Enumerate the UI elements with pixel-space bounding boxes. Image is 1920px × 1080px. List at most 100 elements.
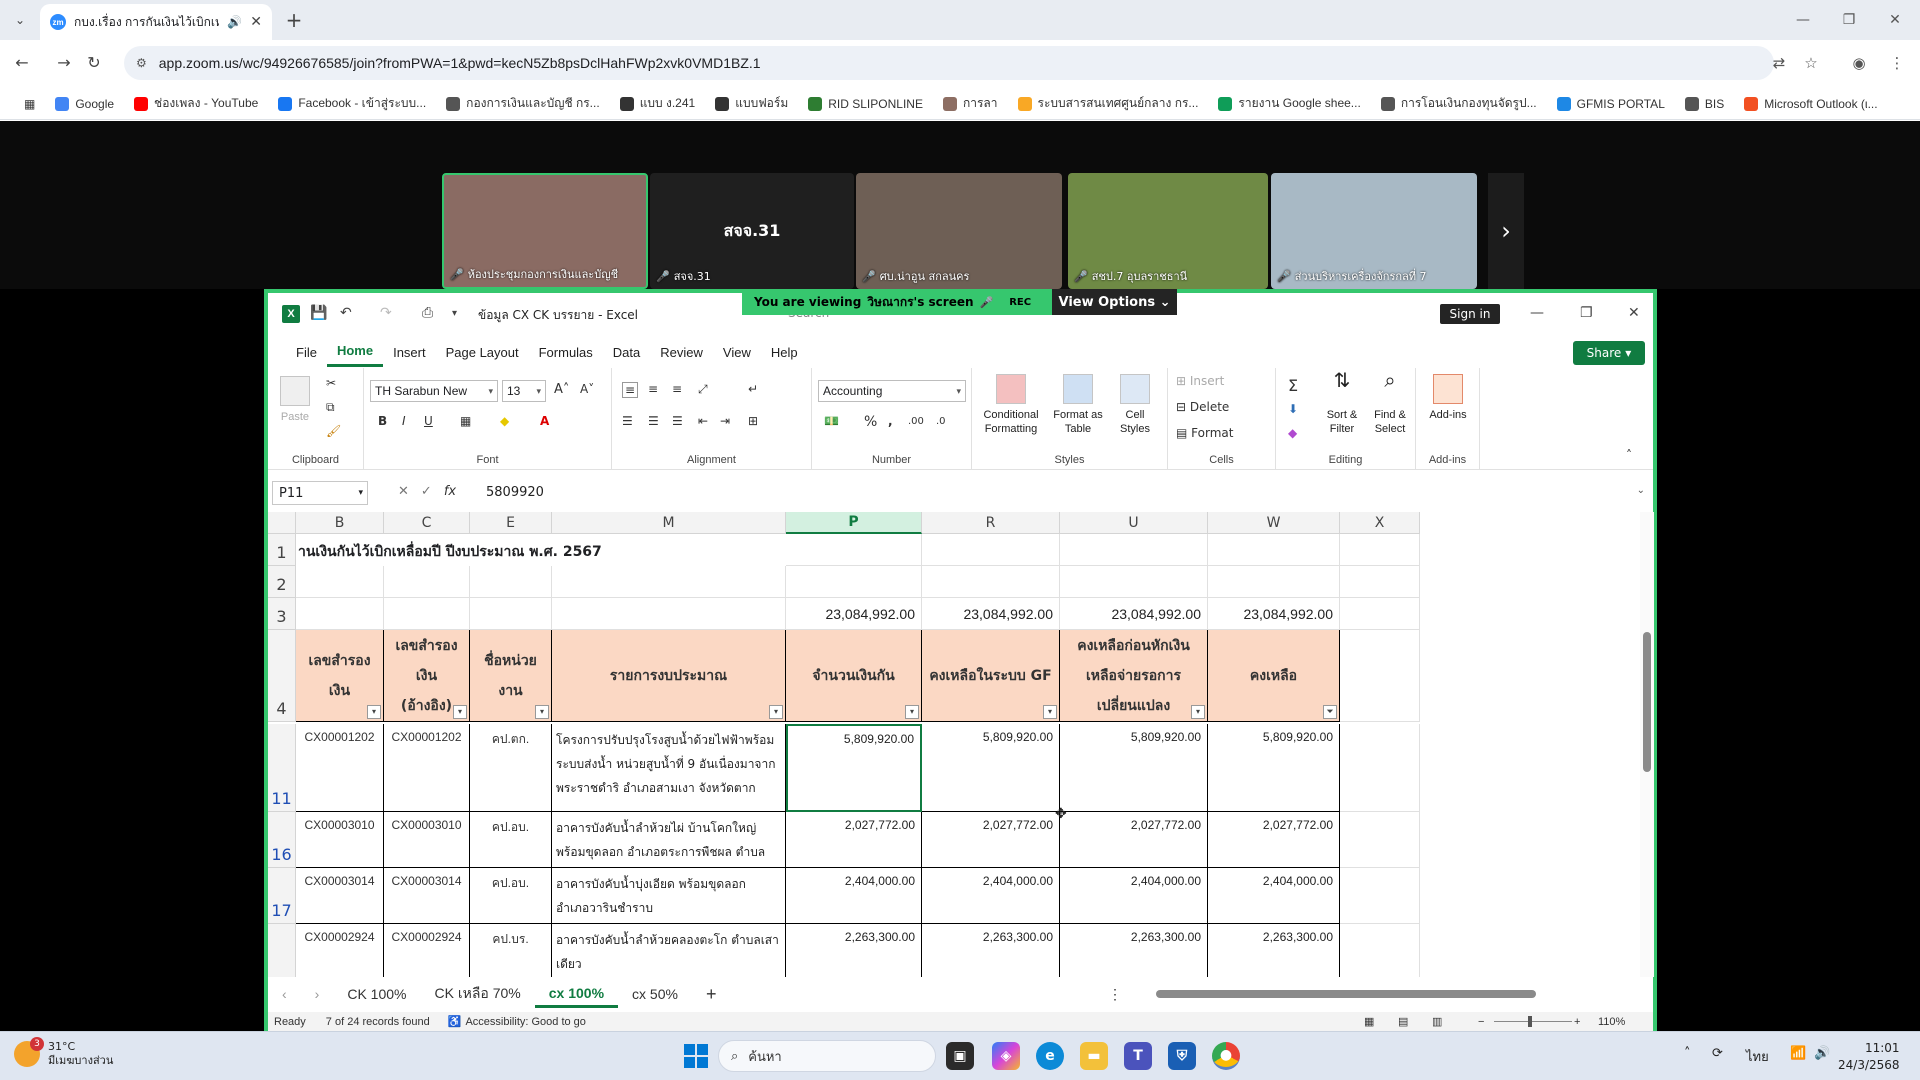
- cell[interactable]: [1060, 566, 1208, 598]
- fill-color-icon[interactable]: ◆: [500, 414, 509, 428]
- menu-review[interactable]: Review: [650, 337, 713, 367]
- filter-dropdown-icon[interactable]: ▾: [769, 705, 783, 719]
- participant-tile[interactable]: 🎤 ศบ.น่าอูน สกลนคร: [856, 173, 1062, 289]
- column-header-u[interactable]: U: [1060, 512, 1208, 534]
- tab-search-dropdown-icon[interactable]: ⌄: [8, 8, 32, 32]
- cell[interactable]: [1340, 598, 1420, 630]
- table-header-cell[interactable]: คงเหลือ ⏷: [1208, 630, 1340, 722]
- align-left-icon[interactable]: ☰: [622, 414, 633, 428]
- excel-restore-button[interactable]: ❐: [1580, 305, 1593, 321]
- participant-tile[interactable]: 🎤 สชป.7 อุบลราชธานี: [1068, 173, 1268, 289]
- column-header-r[interactable]: R: [922, 512, 1060, 534]
- row-header[interactable]: 2: [268, 566, 296, 598]
- table-cell[interactable]: CX00002924: [384, 924, 470, 977]
- normal-view-icon[interactable]: ▦: [1364, 1015, 1374, 1028]
- cell[interactable]: [1340, 924, 1420, 977]
- volume-icon[interactable]: 🔊: [1814, 1046, 1830, 1061]
- decrease-indent-icon[interactable]: ⇤: [698, 414, 708, 428]
- total-cell[interactable]: 23,084,992.00: [922, 598, 1060, 630]
- table-cell[interactable]: 5,809,920.00: [1208, 724, 1340, 812]
- restore-window-button[interactable]: ❐: [1826, 0, 1872, 40]
- table-cell[interactable]: คป.ตก.: [470, 724, 552, 812]
- bookmark-item[interactable]: ระบบสารสนเทศศูนย์กลาง กร...: [1010, 91, 1207, 117]
- column-header-p[interactable]: P: [786, 512, 922, 534]
- cell[interactable]: [1340, 566, 1420, 598]
- merge-center-icon[interactable]: ⊞: [748, 414, 758, 428]
- fill-icon[interactable]: ⬇: [1288, 402, 1298, 416]
- column-header-e[interactable]: E: [470, 512, 552, 534]
- confirm-entry-icon[interactable]: ✓: [421, 484, 432, 499]
- orientation-icon[interactable]: ⤢: [698, 382, 708, 397]
- table-cell[interactable]: CX00002924: [296, 924, 384, 977]
- expand-formula-bar-icon[interactable]: ⌄: [1637, 485, 1645, 496]
- minimize-window-button[interactable]: —: [1780, 0, 1826, 40]
- task-view-icon[interactable]: ▣: [946, 1042, 974, 1070]
- weather-widget[interactable]: 3 31°C มีเมฆบางส่วน: [14, 1037, 113, 1068]
- new-tab-button[interactable]: +: [282, 8, 306, 32]
- cell[interactable]: [786, 534, 922, 566]
- page-layout-view-icon[interactable]: ▤: [1398, 1015, 1408, 1028]
- table-cell[interactable]: 2,404,000.00: [786, 868, 922, 924]
- column-header-w[interactable]: W: [1208, 512, 1340, 534]
- audio-playing-icon[interactable]: 🔊: [227, 15, 242, 29]
- bookmark-star-icon[interactable]: ☆: [1800, 52, 1822, 74]
- filter-dropdown-icon[interactable]: ▾: [905, 705, 919, 719]
- spreadsheet-grid[interactable]: B C E M P R U W X 1 2 3 4 านเงินกันไว้เบิกเหลื่อมปี ป…: [268, 512, 1636, 977]
- cell[interactable]: [296, 598, 384, 630]
- column-header-x[interactable]: X: [1340, 512, 1420, 534]
- gallery-next-chevron-icon[interactable]: ›: [1488, 173, 1524, 289]
- menu-data[interactable]: Data: [603, 337, 650, 367]
- column-header-m[interactable]: M: [552, 512, 786, 534]
- filter-dropdown-icon[interactable]: ▾: [1191, 705, 1205, 719]
- table-cell[interactable]: คป.อบ.: [470, 812, 552, 868]
- row-header[interactable]: 4: [268, 630, 296, 722]
- table-cell[interactable]: 2,263,300.00: [786, 924, 922, 977]
- decrease-decimal-icon[interactable]: .0: [936, 416, 946, 427]
- autosum-icon[interactable]: Σ: [1288, 376, 1298, 395]
- bookmark-item[interactable]: Facebook - เข้าสู่ระบบ...: [270, 91, 434, 117]
- add-sheet-button[interactable]: +: [692, 980, 731, 1008]
- sheet-tab[interactable]: CK 100%: [333, 980, 420, 1008]
- cell[interactable]: [384, 598, 470, 630]
- cell[interactable]: [470, 598, 552, 630]
- chrome-menu-icon[interactable]: ⋮: [1886, 52, 1908, 74]
- zoom-out-icon[interactable]: −: [1478, 1016, 1484, 1028]
- row-header[interactable]: [268, 924, 296, 977]
- bold-icon[interactable]: B: [378, 414, 387, 428]
- font-name-combo[interactable]: TH Sarabun New ▾: [370, 380, 498, 402]
- bookmark-item[interactable]: การโอนเงินกองทุนจัดรูป...: [1373, 91, 1545, 117]
- table-header-cell[interactable]: ชื่อหน่วยงาน ▾: [470, 630, 552, 722]
- comma-style-icon[interactable]: ,: [888, 414, 893, 428]
- row-header[interactable]: 3: [268, 598, 296, 630]
- find-select-button[interactable]: ⌕ Find & Select: [1368, 371, 1412, 436]
- undo-icon[interactable]: ↶: [340, 305, 352, 321]
- decrease-font-icon[interactable]: A˅: [580, 382, 594, 396]
- column-header-c[interactable]: C: [384, 512, 470, 534]
- table-cell[interactable]: 2,027,772.00: [922, 812, 1060, 868]
- copilot-icon[interactable]: ◈: [992, 1042, 1020, 1070]
- cell[interactable]: [384, 566, 470, 598]
- table-cell[interactable]: 5,809,920.00: [1060, 724, 1208, 812]
- table-header-cell[interactable]: คงเหลือก่อนหักเงินเหลือจ่ายรอการเปลี่ยนแ…: [1060, 630, 1208, 722]
- site-info-icon[interactable]: ⚙: [136, 56, 147, 70]
- participant-tile[interactable]: 🎤 ส่วนบริหารเครื่องจักรกลที่ 7: [1271, 173, 1477, 289]
- file-explorer-icon[interactable]: ▬: [1080, 1042, 1108, 1070]
- table-header-cell[interactable]: เลขสำรองเงิน (อ้างอิง) ▾: [384, 630, 470, 722]
- zoom-level[interactable]: 110%: [1598, 1016, 1625, 1028]
- table-cell[interactable]: 2,027,772.00: [786, 812, 922, 868]
- table-cell[interactable]: 2,027,772.00: [1208, 812, 1340, 868]
- cell[interactable]: [552, 598, 786, 630]
- table-cell[interactable]: CX00003010: [384, 812, 470, 868]
- cell[interactable]: [296, 566, 384, 598]
- cell[interactable]: [1340, 630, 1420, 722]
- name-box[interactable]: P11 ▾: [272, 481, 368, 505]
- bookmark-item[interactable]: ช่องเพลง - YouTube: [126, 91, 266, 117]
- total-cell[interactable]: 23,084,992.00: [1060, 598, 1208, 630]
- format-painter-icon[interactable]: 🖌: [326, 424, 341, 438]
- insert-function-icon[interactable]: fx: [444, 484, 456, 499]
- table-header-cell[interactable]: จำนวนเงินกัน ▾: [786, 630, 922, 722]
- row-header[interactable]: 1: [268, 534, 296, 566]
- vertical-scrollbar[interactable]: [1640, 512, 1654, 977]
- cell[interactable]: [1208, 534, 1340, 566]
- bookmark-item[interactable]: Google: [47, 91, 122, 117]
